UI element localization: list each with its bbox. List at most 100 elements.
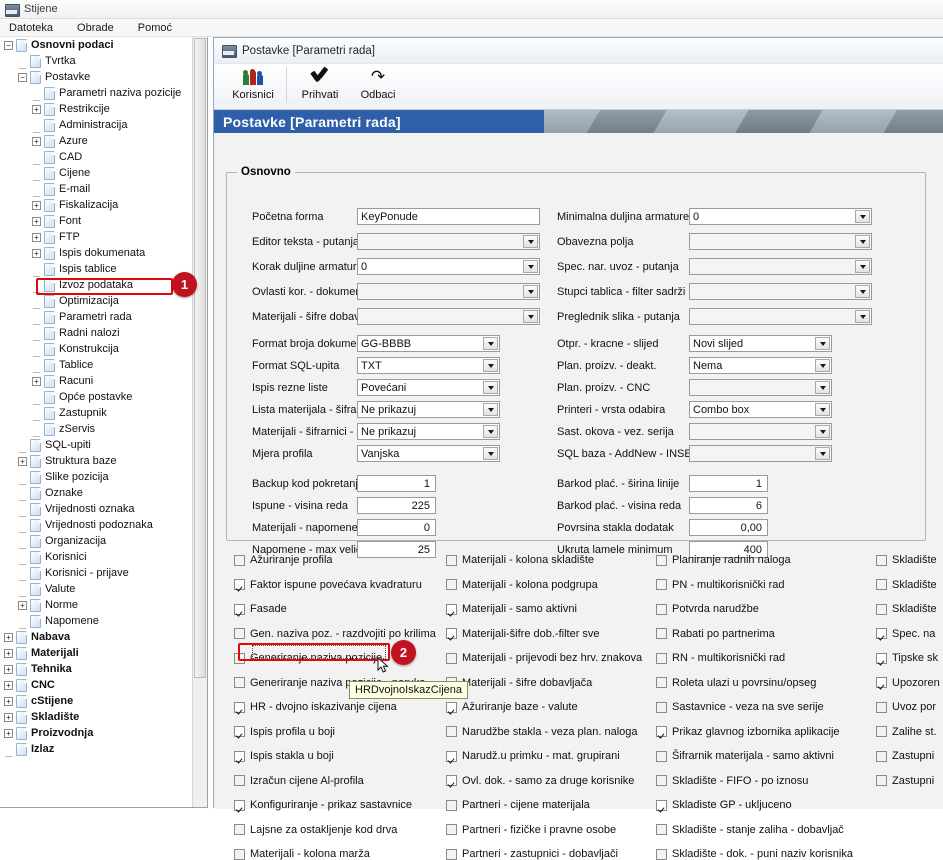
checkbox-option[interactable]: Ispis profila u boji <box>234 726 335 738</box>
checkbox-option[interactable]: Ažuriranje baze - valute <box>446 701 578 713</box>
checkbox-option[interactable]: Materijali - prijevodi bez hrv. znakova <box>446 652 642 664</box>
chevron-down-icon[interactable] <box>815 337 830 350</box>
checkbox-unchecked-icon[interactable] <box>446 554 457 566</box>
checkbox-option[interactable]: Rabati po partnerima <box>656 628 775 640</box>
checkbox-option[interactable]: Prikaz glavnog izbornika aplikacije <box>656 726 840 738</box>
combo-field[interactable]: Ne prikazuj <box>357 401 500 418</box>
checkbox-option[interactable]: Partneri - cijene materijala <box>446 799 590 811</box>
chevron-down-icon[interactable] <box>483 447 498 460</box>
tree-item-skladi-te[interactable]: + Skladište <box>0 709 207 725</box>
checkbox-unchecked-icon[interactable] <box>446 799 457 811</box>
checkbox-unchecked-icon[interactable] <box>446 848 457 860</box>
tree-expander-plus[interactable]: + <box>4 712 13 722</box>
combo-field[interactable] <box>357 233 540 250</box>
checkbox-unchecked-icon[interactable] <box>656 603 667 615</box>
checkbox-checked-icon[interactable] <box>876 628 887 639</box>
checkbox-option[interactable]: Potvrda narudžbe <box>656 603 759 615</box>
tree-item-izlaz[interactable]: Izlaz <box>0 741 207 757</box>
tree-item-napomene[interactable]: Napomene <box>0 613 207 629</box>
checkbox-unchecked-icon[interactable] <box>234 677 245 688</box>
tree-item-fiskalizacija[interactable]: + Fiskalizacija <box>0 197 207 213</box>
tree-item-op-e-postavke[interactable]: Opće postavke <box>0 389 207 405</box>
combo-field[interactable]: Combo box <box>689 401 832 418</box>
tree-item-tablice[interactable]: Tablice <box>0 357 207 373</box>
tree-item-nabava[interactable]: + Nabava <box>0 629 207 645</box>
tree-expander-plus[interactable]: + <box>4 696 13 706</box>
text-field[interactable]: 0,00 <box>689 519 768 536</box>
combo-field[interactable]: Vanjska <box>357 445 500 462</box>
tree-expander-plus[interactable]: + <box>32 376 41 386</box>
checkbox-option[interactable]: Ovl. dok. - samo za druge korisnike <box>446 775 634 787</box>
tree-item-slike-pozicija[interactable]: Slike pozicija <box>0 469 207 485</box>
combo-field[interactable]: GG-BBBB <box>357 335 500 352</box>
chevron-down-icon[interactable] <box>855 260 870 273</box>
chevron-down-icon[interactable] <box>523 285 538 298</box>
tree-item-postavke[interactable]: − Postavke <box>0 69 207 85</box>
combo-field[interactable]: Ne prikazuj <box>357 423 500 440</box>
checkbox-checked-icon[interactable] <box>446 603 457 615</box>
tree-item-vrijednosti-oznaka[interactable]: Vrijednosti oznaka <box>0 501 207 517</box>
checkbox-option[interactable]: Faktor ispune povećava kvadraturu <box>234 579 422 591</box>
checkbox-unchecked-icon[interactable] <box>656 848 667 860</box>
tree-item-korisnici[interactable]: Korisnici <box>0 549 207 565</box>
checkbox-unchecked-icon[interactable] <box>234 848 245 860</box>
checkbox-option[interactable]: Materijali - samo aktivni <box>446 603 577 615</box>
tree-item-zservis[interactable]: zServis <box>0 421 207 437</box>
combo-field[interactable]: 0 <box>689 208 872 225</box>
checkbox-option[interactable]: Sastavnice - veza na sve serije <box>656 701 824 713</box>
checkbox-option[interactable]: Konfiguriranje - prikaz sastavnice <box>234 799 412 811</box>
checkbox-checked-icon[interactable] <box>446 750 457 762</box>
tree-expander-plus[interactable]: + <box>4 664 13 674</box>
chevron-down-icon[interactable] <box>483 381 498 394</box>
chevron-down-icon[interactable] <box>483 403 498 416</box>
chevron-down-icon[interactable] <box>815 425 830 438</box>
tree-item-restrikcije[interactable]: + Restrikcije <box>0 101 207 117</box>
tree-item-cnc[interactable]: + CNC <box>0 677 207 693</box>
checkbox-checked-icon[interactable] <box>656 799 667 811</box>
toolbar-button-odbaci[interactable]: ↷ Odbaci <box>349 67 407 101</box>
checkbox-option[interactable]: Skladište <box>876 579 937 591</box>
chevron-down-icon[interactable] <box>855 310 870 323</box>
menu-item-datoteka[interactable]: Datoteka <box>6 21 56 35</box>
checkbox-unchecked-icon[interactable] <box>656 775 667 786</box>
toolbar-button-prihvati[interactable]: Prihvati <box>291 67 349 101</box>
checkbox-checked-icon[interactable] <box>234 750 245 762</box>
checkbox-option[interactable]: Skladište - FIFO - po iznosu <box>656 775 808 787</box>
combo-field[interactable] <box>689 233 872 250</box>
tree-expander-plus[interactable]: + <box>32 104 41 114</box>
checkbox-option[interactable]: Izračun cijene Al-profila <box>234 775 364 787</box>
checkbox-unchecked-icon[interactable] <box>446 824 457 835</box>
tree-expander-plus[interactable]: + <box>4 632 13 642</box>
tree-item-tehnika[interactable]: + Tehnika <box>0 661 207 677</box>
checkbox-option[interactable]: Roleta ulazi u povrsinu/opseg <box>656 677 816 689</box>
combo-field[interactable]: Novi slijed <box>689 335 832 352</box>
checkbox-option[interactable]: Skladište <box>876 603 937 615</box>
menu-item-pomoc[interactable]: Pomoć <box>135 21 175 35</box>
chevron-down-icon[interactable] <box>855 285 870 298</box>
chevron-down-icon[interactable] <box>483 425 498 438</box>
checkbox-unchecked-icon[interactable] <box>876 726 887 737</box>
chevron-down-icon[interactable] <box>523 310 538 323</box>
checkbox-unchecked-icon[interactable] <box>876 603 887 615</box>
tree-item-administracija[interactable]: Administracija <box>0 117 207 133</box>
tree-expander-minus[interactable]: − <box>4 40 13 50</box>
tree-item-ispis-dokumenata[interactable]: + Ispis dokumenata <box>0 245 207 261</box>
checkbox-unchecked-icon[interactable] <box>234 775 245 786</box>
checkbox-checked-icon[interactable] <box>234 799 245 811</box>
combo-field[interactable] <box>689 258 872 275</box>
checkbox-checked-icon[interactable] <box>234 701 245 713</box>
checkbox-checked-icon[interactable] <box>446 701 457 713</box>
checkbox-checked-icon[interactable] <box>876 677 887 688</box>
checkbox-unchecked-icon[interactable] <box>234 824 245 835</box>
checkbox-unchecked-icon[interactable] <box>656 824 667 835</box>
tree-expander-plus[interactable]: + <box>4 680 13 690</box>
checkbox-option[interactable]: Lajsne za ostakljenje kod drva <box>234 824 397 836</box>
checkbox-option[interactable]: Zastupni <box>876 775 934 787</box>
combo-field[interactable] <box>689 379 832 396</box>
text-field[interactable]: 25 <box>357 541 436 558</box>
checkbox-option[interactable]: Fasade <box>234 603 287 615</box>
checkbox-checked-icon[interactable] <box>234 603 245 615</box>
tree-item-cad[interactable]: CAD <box>0 149 207 165</box>
checkbox-option[interactable]: Materijali-šifre dob.-filter sve <box>446 628 600 640</box>
checkbox-option[interactable]: Upozoren <box>876 677 940 689</box>
